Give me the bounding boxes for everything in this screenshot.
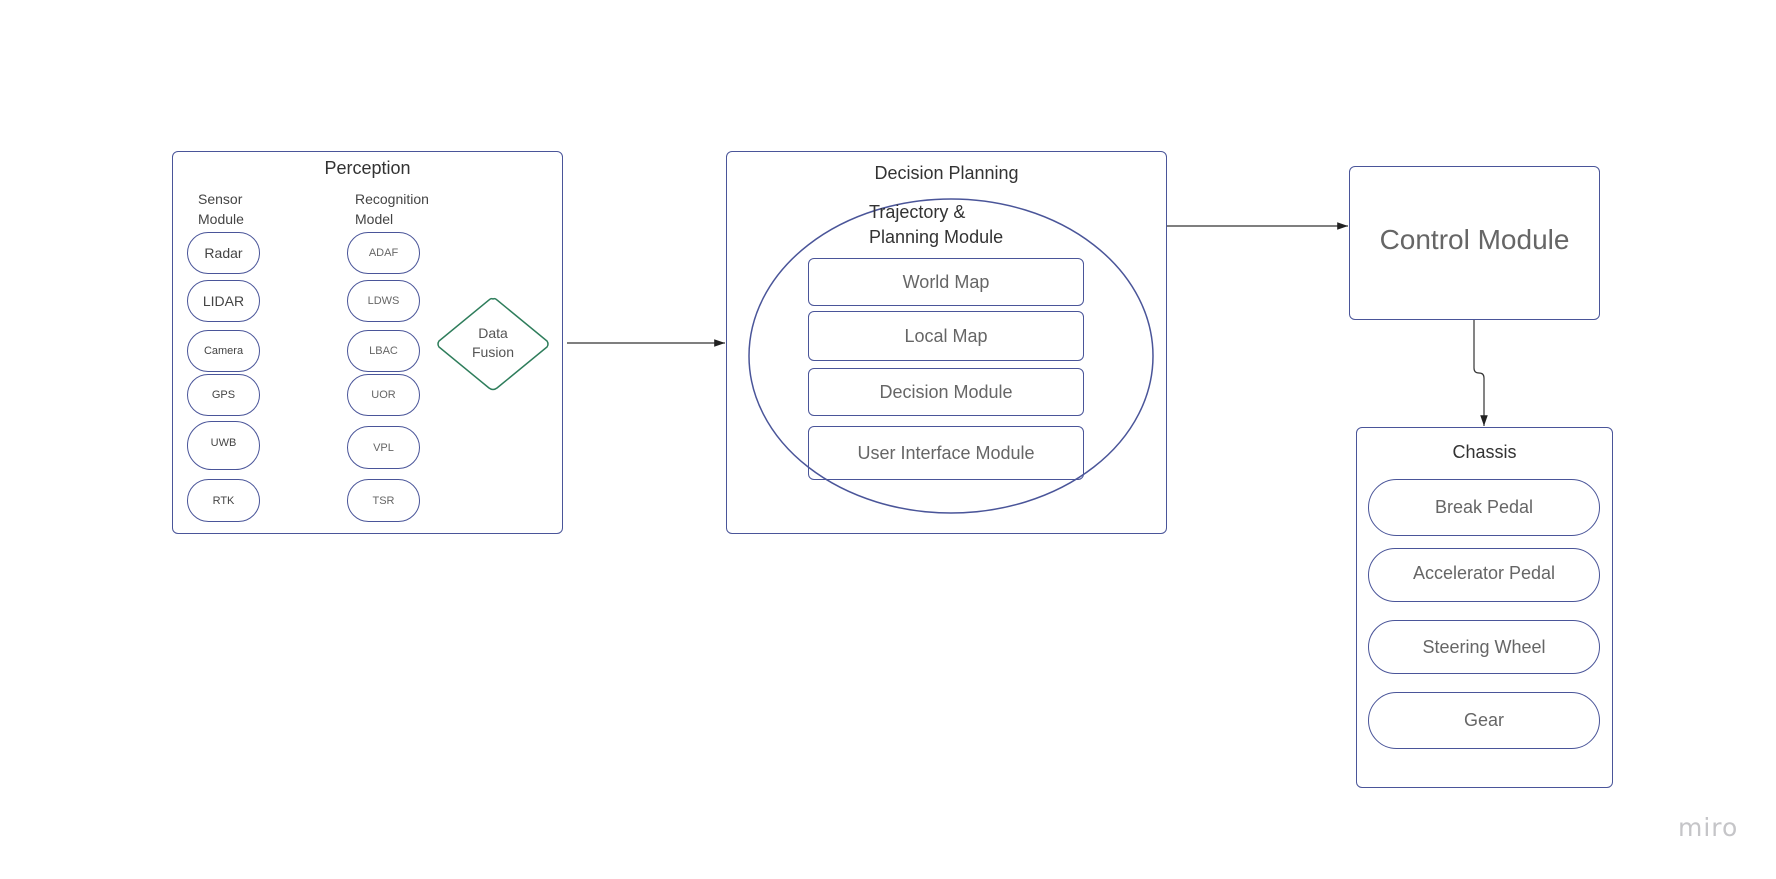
sensor-uwb[interactable]: UWB	[187, 421, 260, 470]
chassis-break-pedal[interactable]: Break Pedal	[1368, 479, 1600, 536]
local-map-module[interactable]: Local Map	[808, 311, 1084, 361]
arrow-control-to-chassis[interactable]	[1473, 320, 1488, 426]
trajectory-planning-title: Trajectory & Planning Module	[869, 200, 1003, 250]
sensor-lidar[interactable]: LIDAR	[187, 280, 260, 322]
recognition-ldws[interactable]: LDWS	[347, 280, 420, 322]
recognition-heading-line-2: Model	[355, 211, 394, 227]
sensor-radar[interactable]: Radar	[187, 232, 260, 274]
trajectory-title-line-1: Trajectory &	[869, 202, 966, 222]
user-interface-module[interactable]: User Interface Module	[808, 426, 1084, 480]
sensor-heading-line-2: Module	[198, 211, 244, 227]
decision-planning-title: Decision Planning	[874, 163, 1019, 183]
sensor-module-heading: Sensor Module	[198, 189, 244, 229]
control-module-title: Control Module	[1379, 224, 1570, 255]
data-fusion-label: Data Fusion	[435, 324, 551, 362]
recognition-model-heading: Recognition Model	[355, 189, 429, 229]
recognition-adaf[interactable]: ADAF	[347, 232, 420, 274]
chassis-title: Chassis	[1452, 442, 1517, 462]
chassis-gear[interactable]: Gear	[1368, 692, 1600, 749]
decision-module[interactable]: Decision Module	[808, 368, 1084, 416]
world-map-module[interactable]: World Map	[808, 258, 1084, 306]
perception-title: Perception	[324, 158, 411, 178]
recognition-lbac[interactable]: LBAC	[347, 330, 420, 372]
recognition-tsr[interactable]: TSR	[347, 479, 420, 522]
sensor-rtk[interactable]: RTK	[187, 479, 260, 522]
recognition-heading-line-1: Recognition	[355, 191, 429, 207]
sensor-gps[interactable]: GPS	[187, 374, 260, 416]
control-module-box[interactable]: Control Module	[1349, 166, 1600, 320]
data-fusion-line-1: Data	[478, 325, 508, 341]
sensor-heading-line-1: Sensor	[198, 191, 243, 207]
recognition-vpl[interactable]: VPL	[347, 426, 420, 469]
trajectory-title-line-2: Planning Module	[869, 227, 1004, 247]
data-fusion-line-2: Fusion	[471, 344, 515, 360]
chassis-accelerator-pedal[interactable]: Accelerator Pedal	[1368, 548, 1600, 602]
chassis-steering-wheel[interactable]: Steering Wheel	[1368, 620, 1600, 674]
recognition-uor[interactable]: UOR	[347, 374, 420, 416]
miro-watermark-logo: miro	[1678, 813, 1739, 842]
sensor-camera[interactable]: Camera	[187, 330, 260, 372]
